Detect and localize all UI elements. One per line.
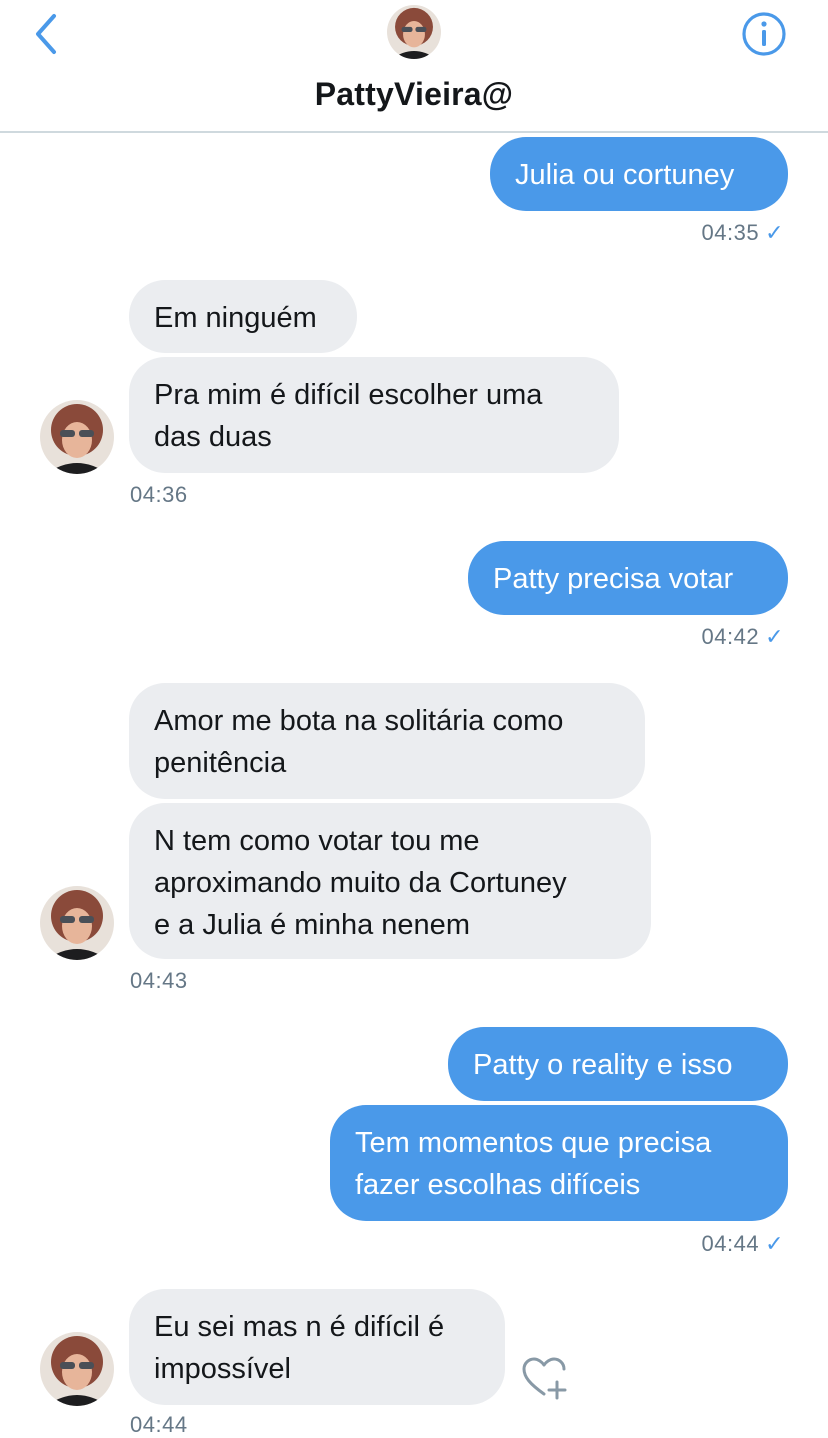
checkmark-icon: ✓: [765, 624, 784, 649]
message-bubble-received[interactable]: Em ninguém: [129, 280, 357, 353]
conversation-title: PattyVieira@: [314, 76, 514, 112]
message-bubble-received[interactable]: Amor me bota na solitária como penitênci…: [129, 683, 645, 799]
message-line: Julia ou cortuney: [515, 159, 735, 191]
message-line: das duas: [154, 421, 272, 453]
message-bubble-sent[interactable]: Tem momentos que precisa fazer escolhas …: [330, 1105, 788, 1221]
timestamp-text: 04:35: [701, 220, 760, 245]
info-circle-icon[interactable]: [740, 10, 788, 58]
message-timestamp: 04:44 ✓: [702, 1231, 785, 1257]
message-line: N tem como votar tou me: [154, 825, 480, 857]
message-bubble-sent[interactable]: Patty o reality e isso: [448, 1027, 788, 1101]
message-timestamp: 04:36: [130, 482, 188, 507]
chevron-left-icon[interactable]: [28, 12, 68, 56]
avatar[interactable]: [40, 1332, 114, 1406]
message-timestamp: 04:44: [130, 1412, 188, 1437]
timestamp-text: 04:44: [701, 1231, 760, 1256]
message-timestamp: 04:42 ✓: [702, 624, 785, 650]
heart-plus-icon[interactable]: [520, 1356, 568, 1400]
message-bubble-received[interactable]: Eu sei mas n é difícil é impossível: [129, 1289, 505, 1405]
checkmark-icon: ✓: [765, 220, 784, 245]
message-line: Eu sei mas n é difícil é: [154, 1311, 445, 1343]
message-line: Patty precisa votar: [493, 563, 734, 595]
checkmark-icon: ✓: [765, 1231, 784, 1256]
avatar[interactable]: [40, 400, 114, 474]
message-line: Pra mim é difícil escolher uma: [154, 379, 543, 411]
message-bubble-received[interactable]: Pra mim é difícil escolher uma das duas: [129, 357, 619, 473]
avatar[interactable]: [40, 886, 114, 960]
timestamp-text: 04:42: [701, 624, 760, 649]
message-timestamp: 04:43: [130, 968, 188, 993]
message-line: fazer escolhas difíceis: [355, 1169, 641, 1201]
message-line: e a Julia é minha nenem: [154, 909, 470, 941]
message-line: Em ninguém: [154, 302, 317, 334]
message-line: Patty o reality e isso: [473, 1049, 733, 1081]
message-line: aproximando muito da Cortuney: [154, 867, 567, 899]
message-bubble-received[interactable]: N tem como votar tou me aproximando muit…: [129, 803, 651, 959]
message-line: impossível: [154, 1353, 291, 1385]
conversation-header: PattyVieira@: [0, 0, 828, 133]
message-line: Tem momentos que precisa: [355, 1127, 712, 1159]
message-timestamp: 04:35 ✓: [702, 220, 785, 246]
message-line: penitência: [154, 747, 287, 779]
message-bubble-sent[interactable]: Julia ou cortuney: [490, 137, 788, 211]
message-line: Amor me bota na solitária como: [154, 705, 564, 737]
message-bubble-sent[interactable]: Patty precisa votar: [468, 541, 788, 615]
avatar[interactable]: [387, 5, 441, 59]
